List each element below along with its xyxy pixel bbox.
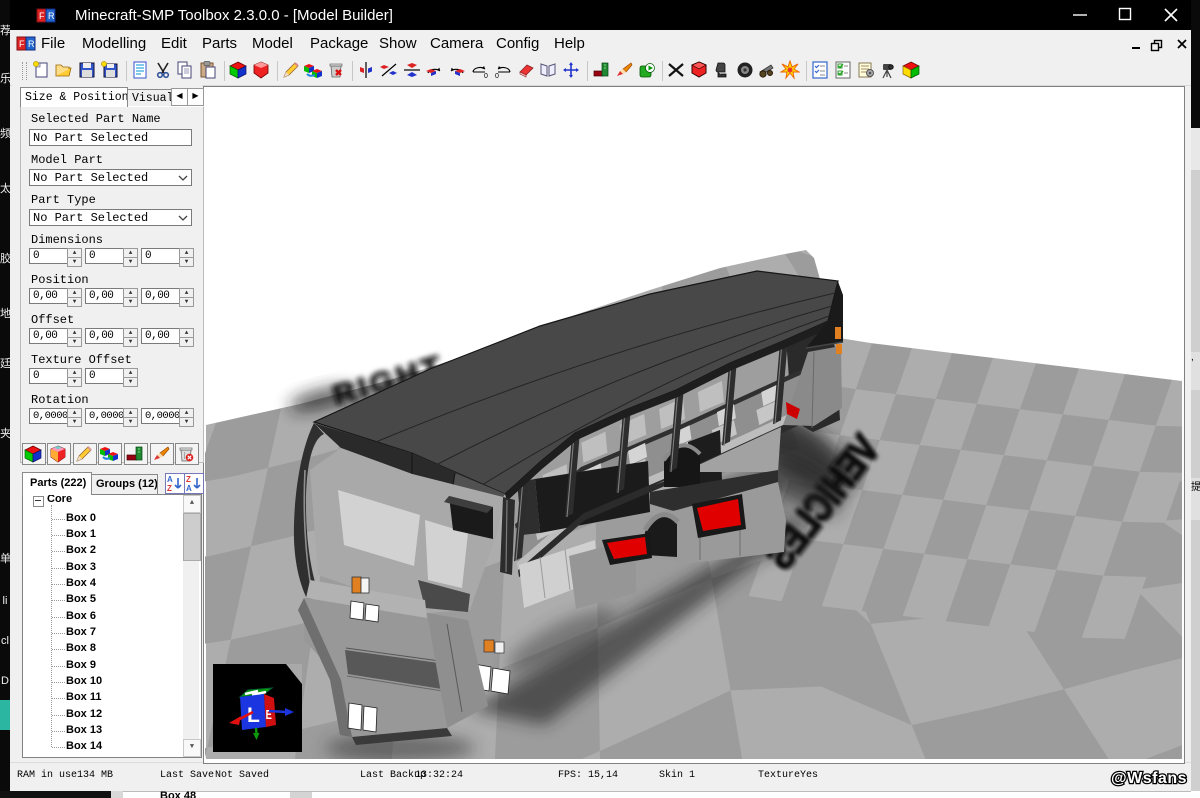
svg-text:Z: Z: [186, 475, 191, 484]
svg-text:A: A: [167, 475, 173, 484]
svg-text:R: R: [28, 39, 35, 49]
svg-text:F: F: [19, 39, 25, 49]
svg-text:0: 0: [495, 73, 499, 80]
svg-text:Z: Z: [167, 484, 172, 493]
svg-text:@Wsfans: @Wsfans: [1111, 770, 1187, 787]
svg-text:A: A: [186, 484, 192, 493]
svg-text:0: 0: [484, 73, 488, 80]
svg-text:F: F: [39, 11, 45, 21]
svg-text:R: R: [48, 11, 55, 21]
